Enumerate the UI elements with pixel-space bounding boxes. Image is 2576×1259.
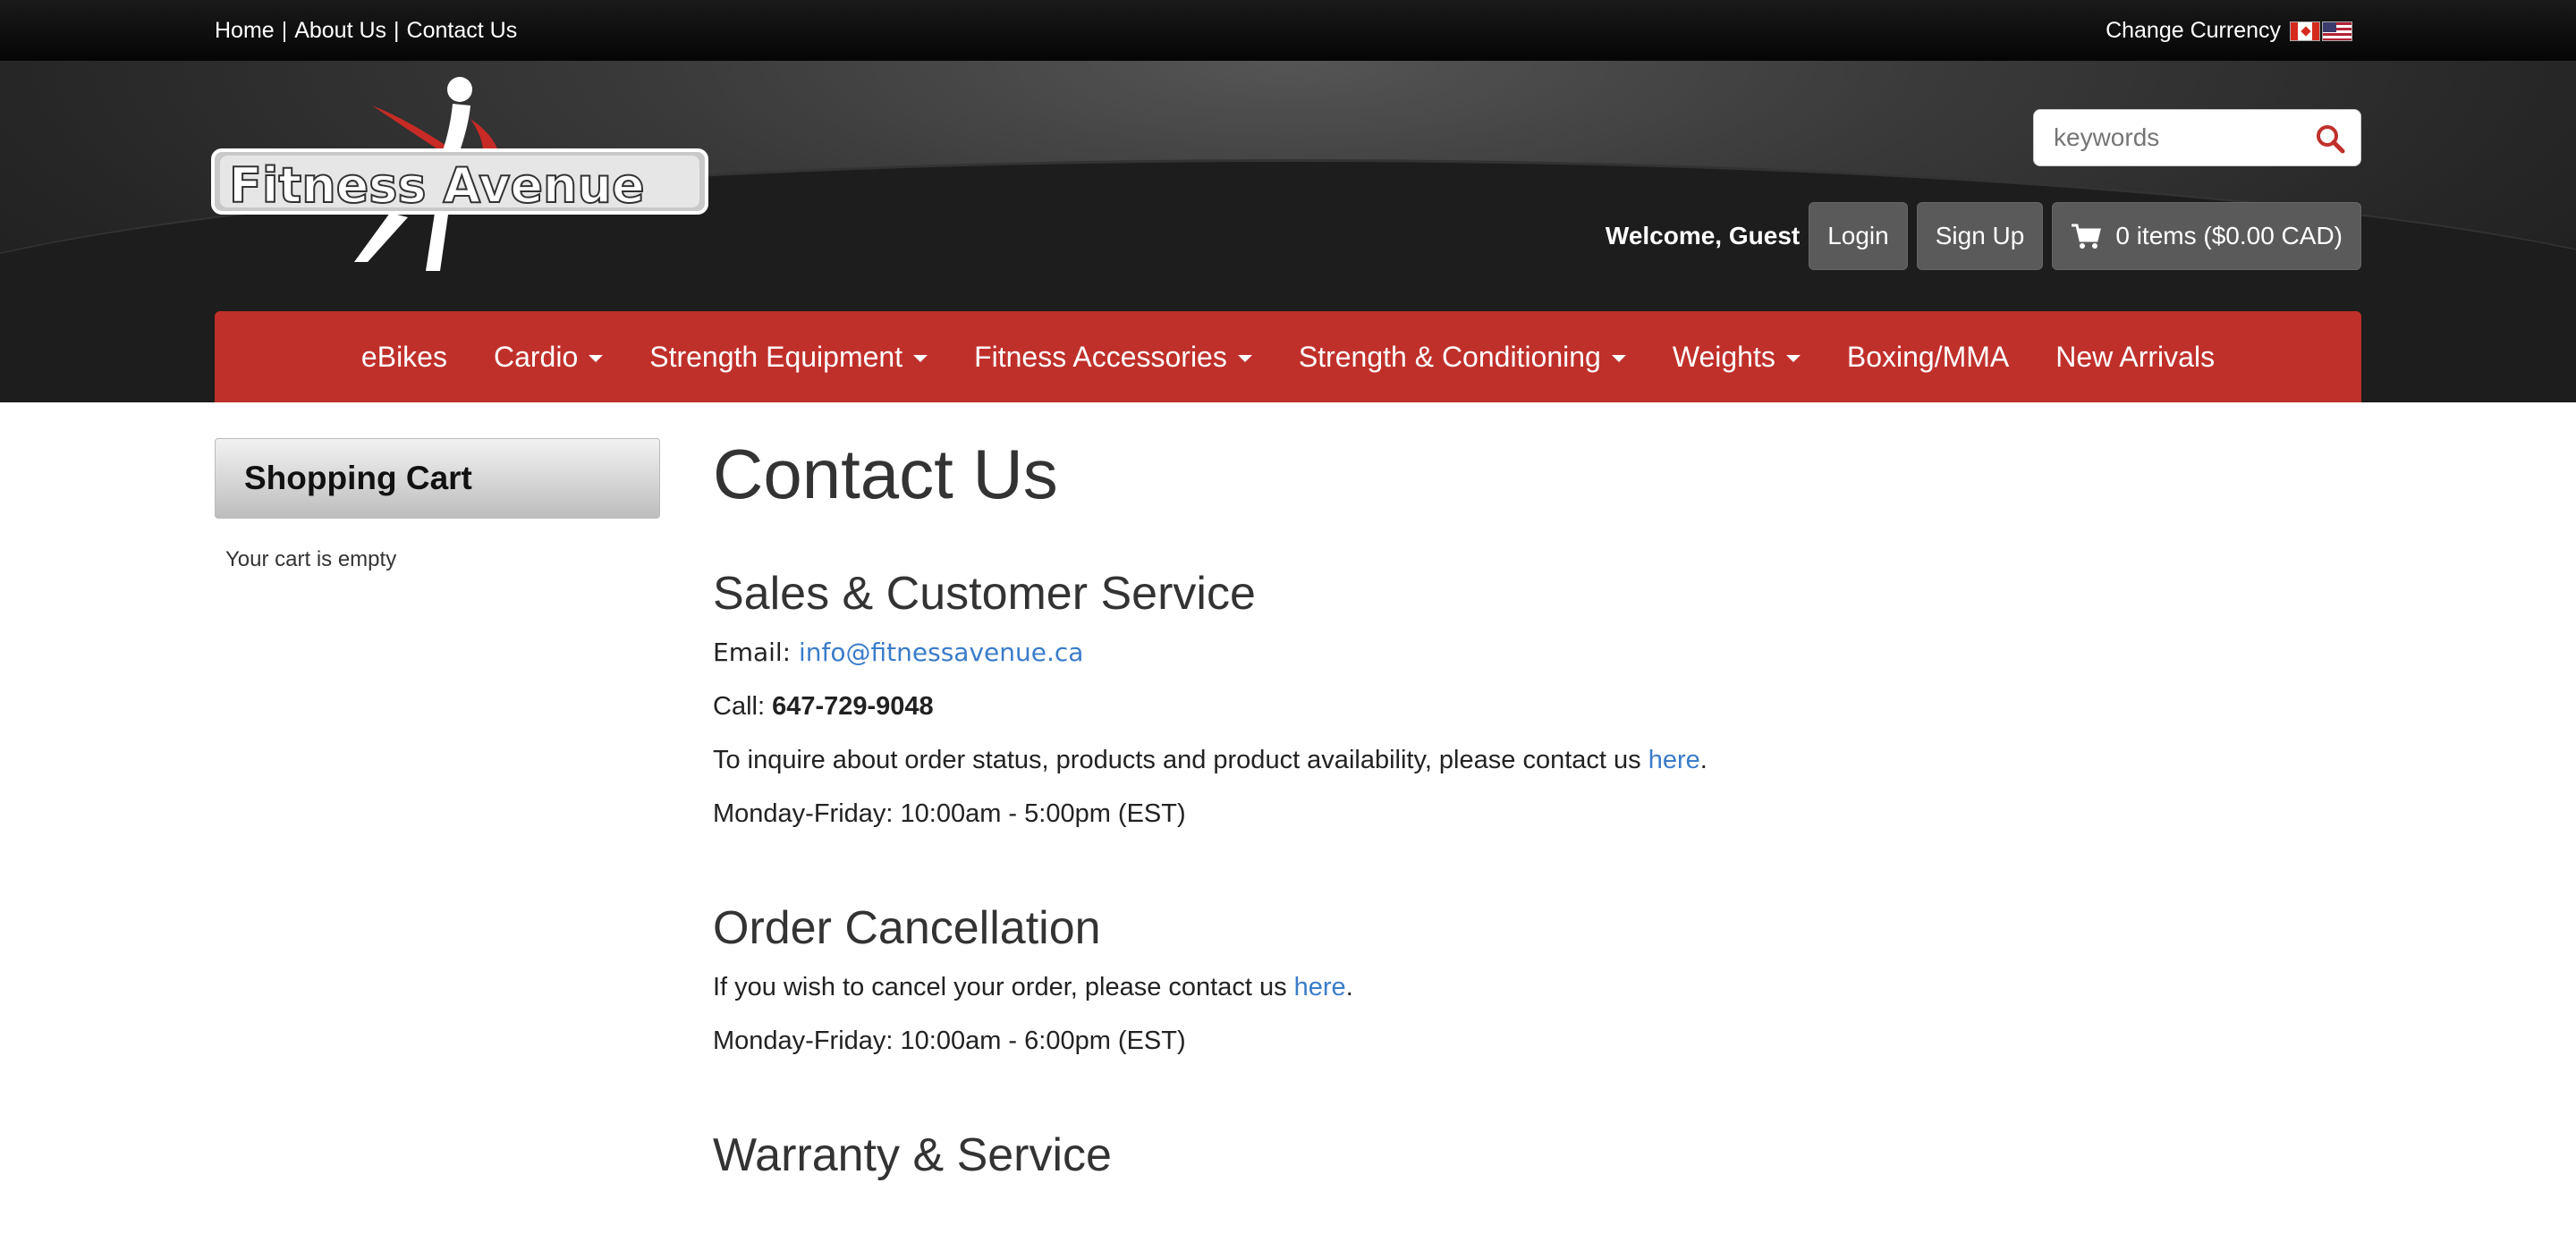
- email-line: Email: info@fitnessavenue.ca: [713, 635, 2359, 671]
- search-icon[interactable]: [2314, 123, 2346, 155]
- nav-item-cardio[interactable]: Cardio: [470, 341, 626, 374]
- nav-label: Cardio: [493, 340, 579, 373]
- nav-label: Fitness Accessories: [974, 340, 1227, 373]
- main-nav: eBikes Cardio Strength Equipment Fitness…: [215, 311, 2361, 402]
- main-content: Contact Us Sales & Customer Service Emai…: [713, 429, 2359, 1184]
- logo-text: Fitness Avenue: [229, 157, 645, 214]
- sidebar: Shopping Cart Your cart is empty: [215, 438, 660, 572]
- nav-item-fitness-accessories[interactable]: Fitness Accessories: [951, 341, 1275, 374]
- sales-hours: Monday-Friday: 10:00am - 5:00pm (EST): [713, 799, 1186, 828]
- cancel-text: If you wish to cancel your order, please…: [713, 973, 1287, 1001]
- about-us-link[interactable]: About Us: [294, 18, 386, 44]
- caret-down-icon: [1611, 355, 1626, 362]
- home-link[interactable]: Home: [215, 18, 275, 44]
- search-box: [2033, 109, 2361, 166]
- call-line: Call: 647-729-9048: [713, 689, 2359, 724]
- caret-down-icon: [589, 355, 604, 362]
- inquire-text: To inquire about order status, products …: [713, 746, 1641, 774]
- nav-item-strength-conditioning[interactable]: Strength & Conditioning: [1275, 341, 1649, 374]
- email-link[interactable]: info@fitnessavenue.ca: [799, 638, 1083, 667]
- sales-heading: Sales & Customer Service: [713, 568, 1256, 620]
- change-currency: Change Currency: [2106, 18, 2352, 44]
- nav-label: Boxing/MMA: [1846, 340, 2010, 373]
- fitness-avenue-logo[interactable]: Fitness Avenue: [211, 70, 708, 275]
- login-button[interactable]: Login: [1809, 202, 1908, 270]
- usa-flag-icon[interactable]: [2322, 21, 2352, 41]
- caret-down-icon: [1785, 355, 1801, 362]
- inquire-here-link[interactable]: here: [1648, 746, 1700, 774]
- page-title: Contact Us: [713, 435, 1058, 513]
- nav-label: New Arrivals: [2055, 340, 2216, 373]
- nav-label: Strength Equipment: [649, 340, 903, 373]
- nav-label: Strength & Conditioning: [1298, 340, 1601, 373]
- email-label: Email:: [713, 638, 792, 667]
- contact-us-link[interactable]: Contact Us: [407, 18, 518, 44]
- cart-empty-text: Your cart is empty: [225, 547, 397, 571]
- nav-item-ebikes[interactable]: eBikes: [338, 341, 470, 374]
- cancellation-heading: Order Cancellation: [713, 902, 1101, 954]
- shopping-cart-icon: [2072, 224, 2102, 249]
- top-links: Home | About Us | Contact Us: [215, 18, 517, 44]
- nav-item-weights[interactable]: Weights: [1649, 341, 1824, 374]
- canada-flag-icon[interactable]: [2290, 21, 2320, 41]
- cancel-text-line: If you wish to cancel your order, please…: [713, 973, 1353, 1001]
- shopping-cart-heading: Shopping Cart: [215, 438, 660, 519]
- separator: |: [394, 18, 400, 43]
- warranty-heading: Warranty & Service: [713, 1129, 1112, 1181]
- user-bar: Welcome, Guest Login Sign Up 0 items ($0…: [1606, 202, 2361, 270]
- cancel-here-link[interactable]: here: [1294, 973, 1346, 1001]
- separator: |: [281, 18, 288, 43]
- caret-down-icon: [1237, 355, 1252, 362]
- welcome-text: Welcome, Guest: [1605, 222, 1801, 249]
- nav-item-boxing-mma[interactable]: Boxing/MMA: [1824, 341, 2032, 374]
- nav-label: Weights: [1672, 340, 1775, 373]
- cart-button[interactable]: 0 items ($0.00 CAD): [2052, 202, 2361, 270]
- phone-number: 647-729-9048: [772, 692, 934, 721]
- search-input[interactable]: [2034, 123, 2293, 152]
- signup-button[interactable]: Sign Up: [1916, 202, 2044, 270]
- inquire-text-line: To inquire about order status, products …: [713, 746, 1707, 774]
- nav-item-new-arrivals[interactable]: New Arrivals: [2032, 341, 2238, 374]
- top-utility-bar: Home | About Us | Contact Us Change Curr…: [0, 0, 2576, 61]
- cancel-hours: Monday-Friday: 10:00am - 6:00pm (EST): [713, 1027, 1186, 1055]
- cart-summary: 0 items ($0.00 CAD): [2115, 222, 2343, 249]
- change-currency-label: Change Currency: [2106, 18, 2281, 43]
- call-label: Call:: [713, 692, 766, 721]
- nav-item-strength-equipment[interactable]: Strength Equipment: [626, 341, 951, 374]
- nav-label: eBikes: [360, 340, 447, 373]
- caret-down-icon: [913, 355, 928, 362]
